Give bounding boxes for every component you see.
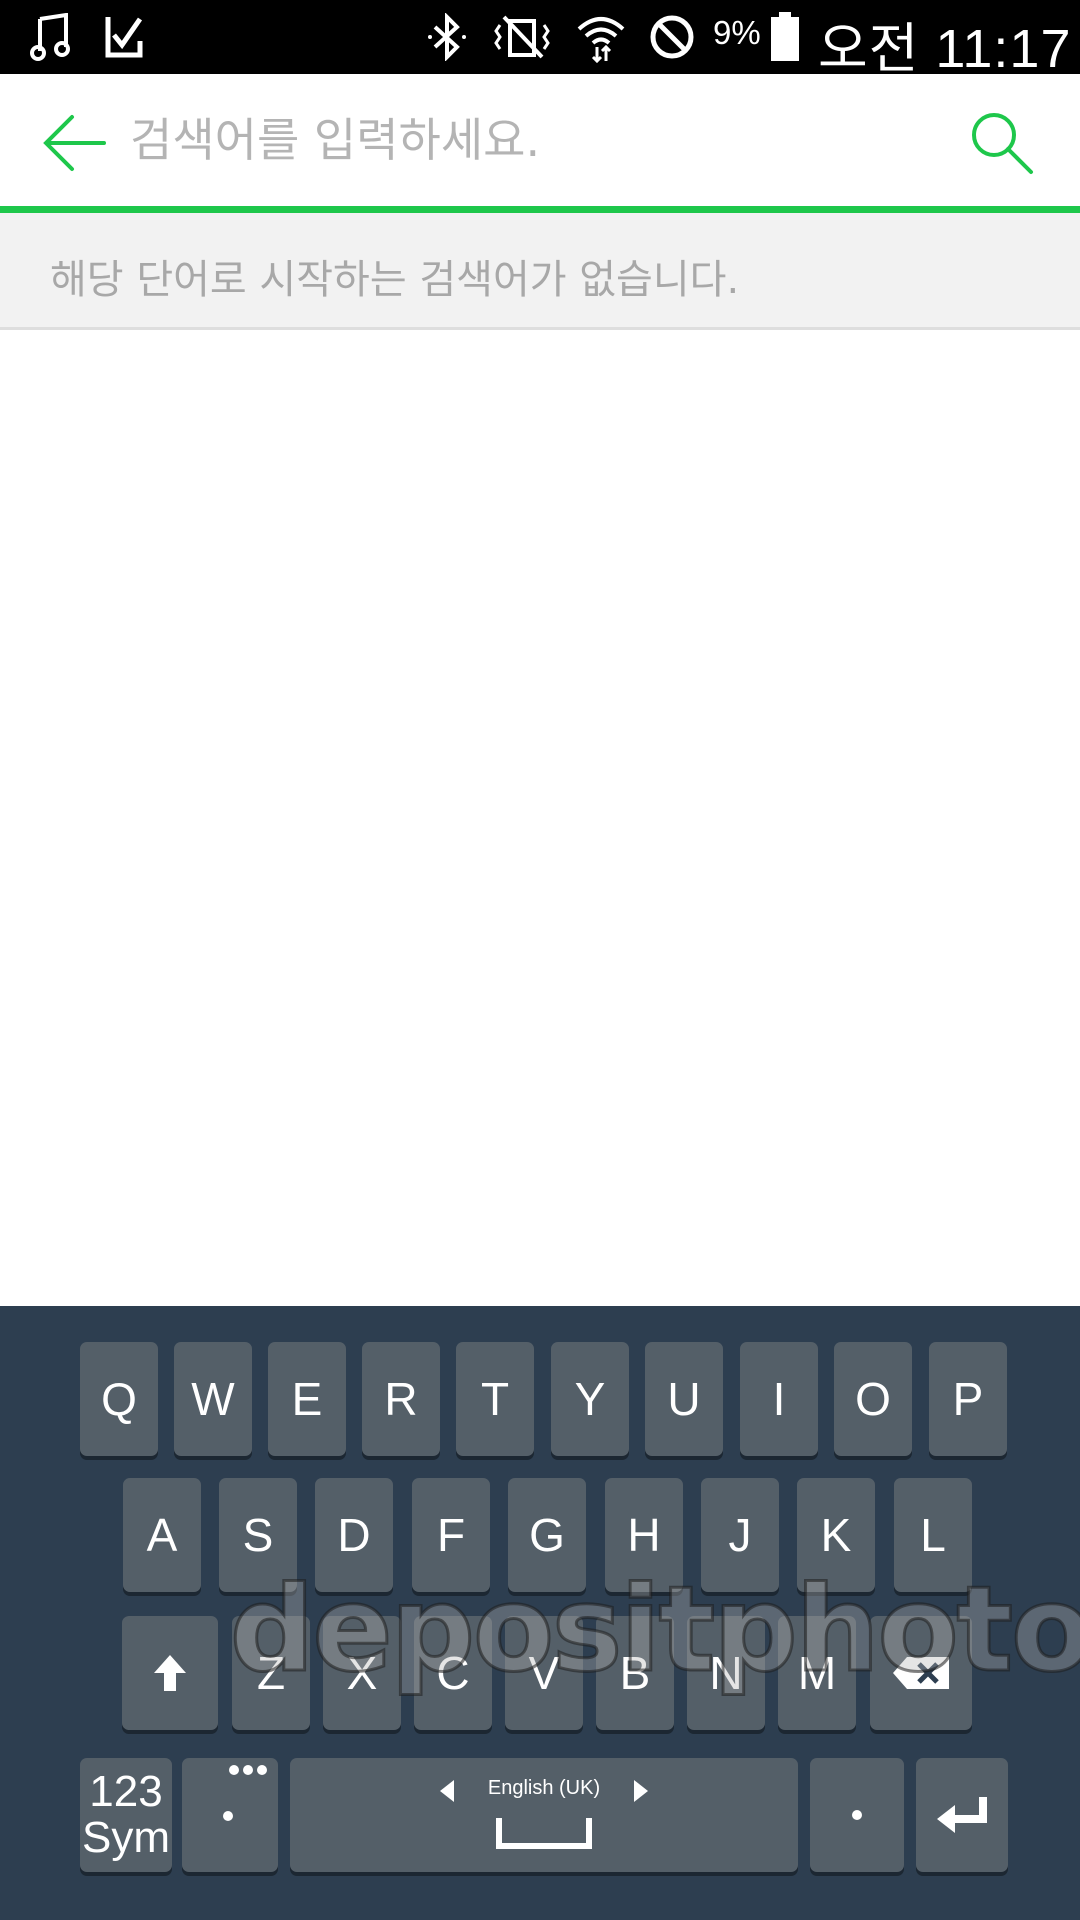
key-y[interactable]: Y: [551, 1342, 629, 1456]
key-x[interactable]: X: [323, 1616, 401, 1730]
no-sign-icon: [646, 8, 698, 66]
key-t[interactable]: T: [456, 1342, 534, 1456]
bluetooth-icon: [424, 8, 470, 66]
key-r[interactable]: R: [362, 1342, 440, 1456]
key-s[interactable]: S: [219, 1478, 297, 1592]
language-right-arrow-icon: [634, 1780, 649, 1802]
battery-icon: [768, 8, 802, 66]
wifi-icon: [574, 8, 628, 66]
status-bar: 9% 오전 11:17: [0, 0, 1080, 79]
sym-key-top-label: 123: [89, 1766, 163, 1816]
key-u[interactable]: U: [645, 1342, 723, 1456]
key-n[interactable]: N: [687, 1616, 765, 1730]
key-q[interactable]: Q: [80, 1342, 158, 1456]
music-note-icon: [28, 8, 76, 66]
key-z[interactable]: Z: [232, 1616, 310, 1730]
search-header: [0, 74, 1080, 206]
key-e[interactable]: E: [268, 1342, 346, 1456]
key-c[interactable]: C: [414, 1616, 492, 1730]
period-key[interactable]: [810, 1758, 904, 1872]
vibrate-icon: [488, 8, 556, 66]
key-i[interactable]: I: [740, 1342, 818, 1456]
key-v[interactable]: V: [505, 1616, 583, 1730]
space-language-label: English (UK): [487, 1776, 601, 1799]
space-key[interactable]: English (UK): [290, 1758, 798, 1872]
suggestion-empty-row: 해당 단어로 시작하는 검색어가 없습니다.: [0, 213, 1080, 330]
soft-keyboard: Q W E R T Y U I O P A S D F G H J K L Z …: [0, 1306, 1080, 1920]
key-m[interactable]: M: [778, 1616, 856, 1730]
key-b[interactable]: B: [596, 1616, 674, 1730]
backspace-key[interactable]: [870, 1616, 972, 1730]
enter-key[interactable]: [916, 1758, 1008, 1872]
check-download-icon: [100, 8, 148, 66]
key-k[interactable]: K: [797, 1478, 875, 1592]
enter-icon: [937, 1797, 987, 1833]
battery-percent: 9%: [713, 14, 761, 51]
search-icon[interactable]: [965, 106, 1037, 178]
shift-arrow-icon: [154, 1655, 186, 1691]
key-o[interactable]: O: [834, 1342, 912, 1456]
backspace-icon: [893, 1657, 949, 1689]
key-a[interactable]: A: [123, 1478, 201, 1592]
language-left-arrow-icon: [439, 1780, 454, 1802]
key-h[interactable]: H: [605, 1478, 683, 1592]
key-j[interactable]: J: [701, 1478, 779, 1592]
key-f[interactable]: F: [412, 1478, 490, 1592]
search-underline: [0, 206, 1080, 213]
period-dot-icon: [852, 1810, 862, 1820]
key-g[interactable]: G: [508, 1478, 586, 1592]
key-p[interactable]: P: [929, 1342, 1007, 1456]
key-d[interactable]: D: [315, 1478, 393, 1592]
empty-message: 해당 단어로 시작하는 검색어가 없습니다.: [50, 257, 740, 303]
sym-key[interactable]: 123 Sym: [80, 1758, 172, 1872]
more-dots-icon: [223, 1765, 267, 1821]
sym-key-bottom-label: Sym: [82, 1813, 170, 1862]
key-w[interactable]: W: [174, 1342, 252, 1456]
space-bar-icon: [496, 1818, 592, 1849]
back-arrow-icon[interactable]: [40, 108, 110, 178]
shift-key[interactable]: [122, 1616, 218, 1730]
search-input[interactable]: [130, 100, 930, 180]
clock: 오전 11:17: [818, 19, 1072, 79]
key-l[interactable]: L: [894, 1478, 972, 1592]
comma-dots-key[interactable]: [182, 1758, 278, 1872]
